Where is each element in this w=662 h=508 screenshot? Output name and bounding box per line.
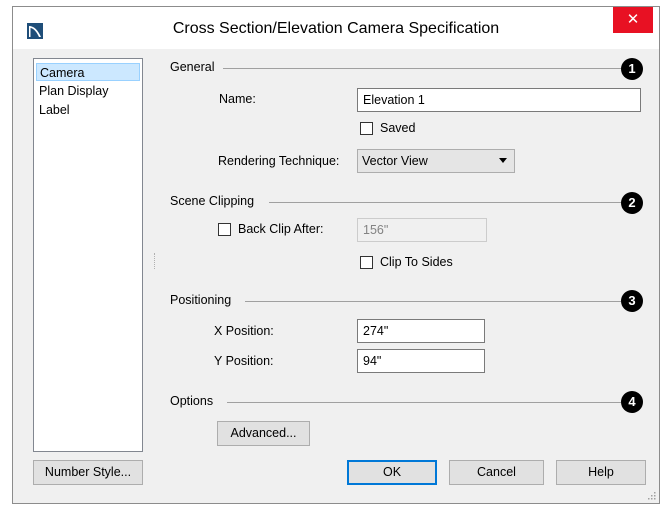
section-options-divider xyxy=(227,402,621,403)
help-button[interactable]: Help xyxy=(556,460,646,485)
clip-to-sides-label: Clip To Sides xyxy=(380,255,453,269)
saved-checkbox[interactable] xyxy=(360,122,373,135)
advanced-button[interactable]: Advanced... xyxy=(217,421,310,446)
panel-splitter[interactable] xyxy=(154,253,157,269)
section-general-divider xyxy=(223,68,621,69)
title-bar: Cross Section/Elevation Camera Specifica… xyxy=(13,7,659,49)
x-position-label: X Position: xyxy=(214,324,274,338)
number-style-button[interactable]: Number Style... xyxy=(33,460,143,485)
callout-badge-3: 3 xyxy=(621,290,643,312)
sidebar-item-label[interactable]: Label xyxy=(36,101,70,119)
rendering-technique-label: Rendering Technique: xyxy=(218,154,340,168)
back-clip-checkbox[interactable] xyxy=(218,223,231,236)
back-clip-input[interactable]: 156" xyxy=(357,218,487,242)
resize-grip-icon[interactable] xyxy=(648,492,656,500)
close-icon: ✕ xyxy=(626,11,640,28)
section-options-label: Options xyxy=(170,394,214,408)
callout-badge-1: 1 xyxy=(621,58,643,80)
cancel-button[interactable]: Cancel xyxy=(449,460,544,485)
back-clip-label: Back Clip After: xyxy=(238,222,324,236)
chevron-down-icon xyxy=(499,158,507,163)
sidebar-item-plan-display[interactable]: Plan Display xyxy=(36,82,108,100)
section-scene-clipping-divider xyxy=(269,202,621,203)
rendering-technique-select[interactable]: Vector View xyxy=(357,149,515,173)
y-position-label: Y Position: xyxy=(214,354,274,368)
rendering-technique-value: Vector View xyxy=(362,154,428,168)
clip-to-sides-checkbox[interactable] xyxy=(360,256,373,269)
close-button[interactable]: ✕ xyxy=(613,7,653,33)
section-positioning-divider xyxy=(245,301,621,302)
window-title: Cross Section/Elevation Camera Specifica… xyxy=(172,20,500,37)
category-list[interactable]: Camera Plan Display Label xyxy=(33,58,143,452)
dialog-window: Cross Section/Elevation Camera Specifica… xyxy=(12,6,660,504)
sidebar-item-camera[interactable]: Camera xyxy=(36,63,140,81)
name-label: Name: xyxy=(219,92,256,106)
callout-badge-2: 2 xyxy=(621,192,643,214)
callout-badge-4: 4 xyxy=(621,391,643,413)
section-scene-clipping-label: Scene Clipping xyxy=(170,194,255,208)
name-input[interactable]: Elevation 1 xyxy=(357,88,641,112)
y-position-input[interactable]: 94" xyxy=(357,349,485,373)
saved-label: Saved xyxy=(380,121,416,135)
section-positioning-label: Positioning xyxy=(170,293,232,307)
x-position-input[interactable]: 274" xyxy=(357,319,485,343)
section-general-label: General xyxy=(170,60,215,74)
ok-button[interactable]: OK xyxy=(347,460,437,485)
